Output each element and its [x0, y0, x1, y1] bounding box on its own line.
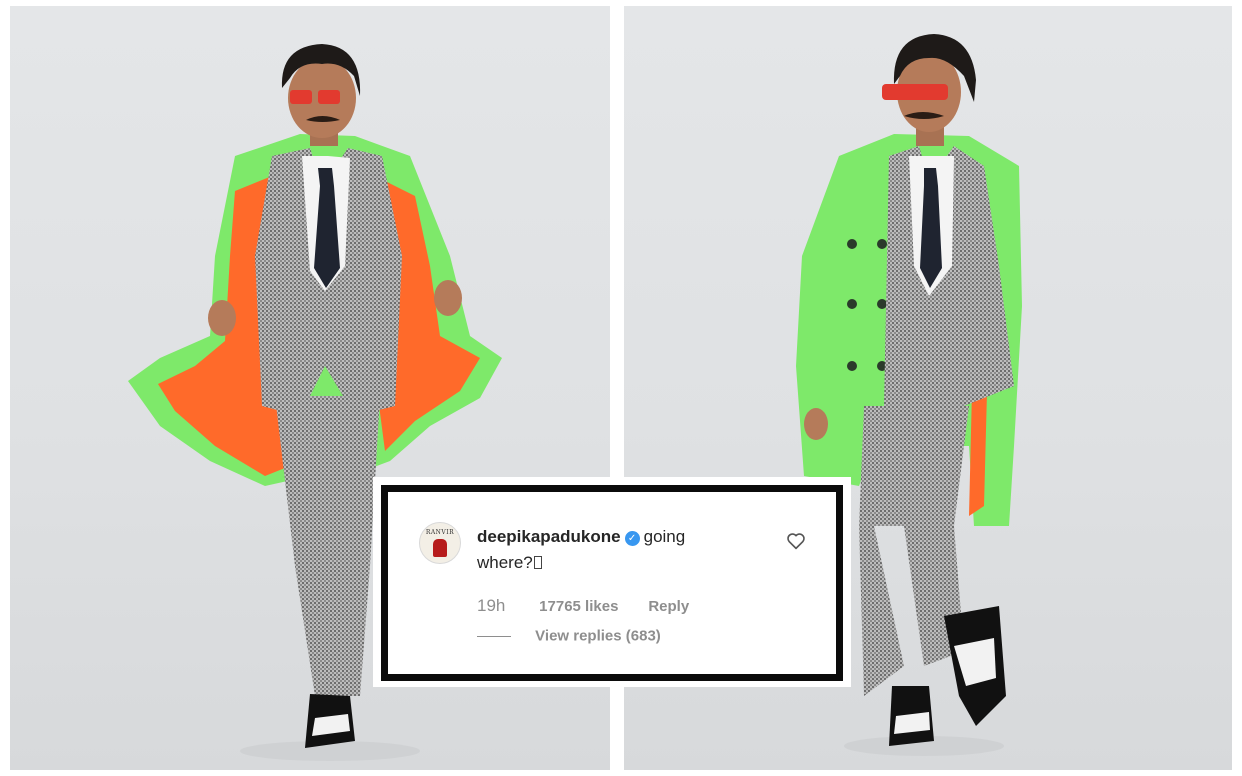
heart-outline-icon[interactable] [786, 532, 806, 550]
missing-glyph-box-icon [533, 556, 542, 569]
avatar[interactable]: RANVIR [419, 522, 461, 564]
avatar-figure [433, 539, 447, 557]
comment-text-line1: going [643, 527, 686, 546]
comment-overlay: RANVIR deepikapadukone ✓ going where? 19h … [373, 477, 851, 687]
view-replies-row: View replies (683) [477, 627, 661, 647]
replies-divider [477, 635, 511, 637]
comment-timestamp: 19h [477, 596, 506, 615]
comment-username[interactable]: deepikapadukone [477, 527, 621, 546]
instagram-comment-card: RANVIR deepikapadukone ✓ going where? 19h … [381, 485, 843, 681]
verified-check-icon: ✓ [624, 531, 640, 546]
view-replies-button[interactable]: View replies (683) [535, 628, 661, 645]
comment-text-line2: where? [477, 553, 533, 572]
comment-body: deepikapadukone ✓ going where? [477, 524, 797, 576]
comment-meta: 19h 17765 likes Reply [477, 596, 689, 618]
avatar-caption: RANVIR [425, 529, 455, 536]
comment-likes[interactable]: 17765 likes [539, 598, 644, 615]
reply-button[interactable]: Reply [648, 598, 689, 615]
